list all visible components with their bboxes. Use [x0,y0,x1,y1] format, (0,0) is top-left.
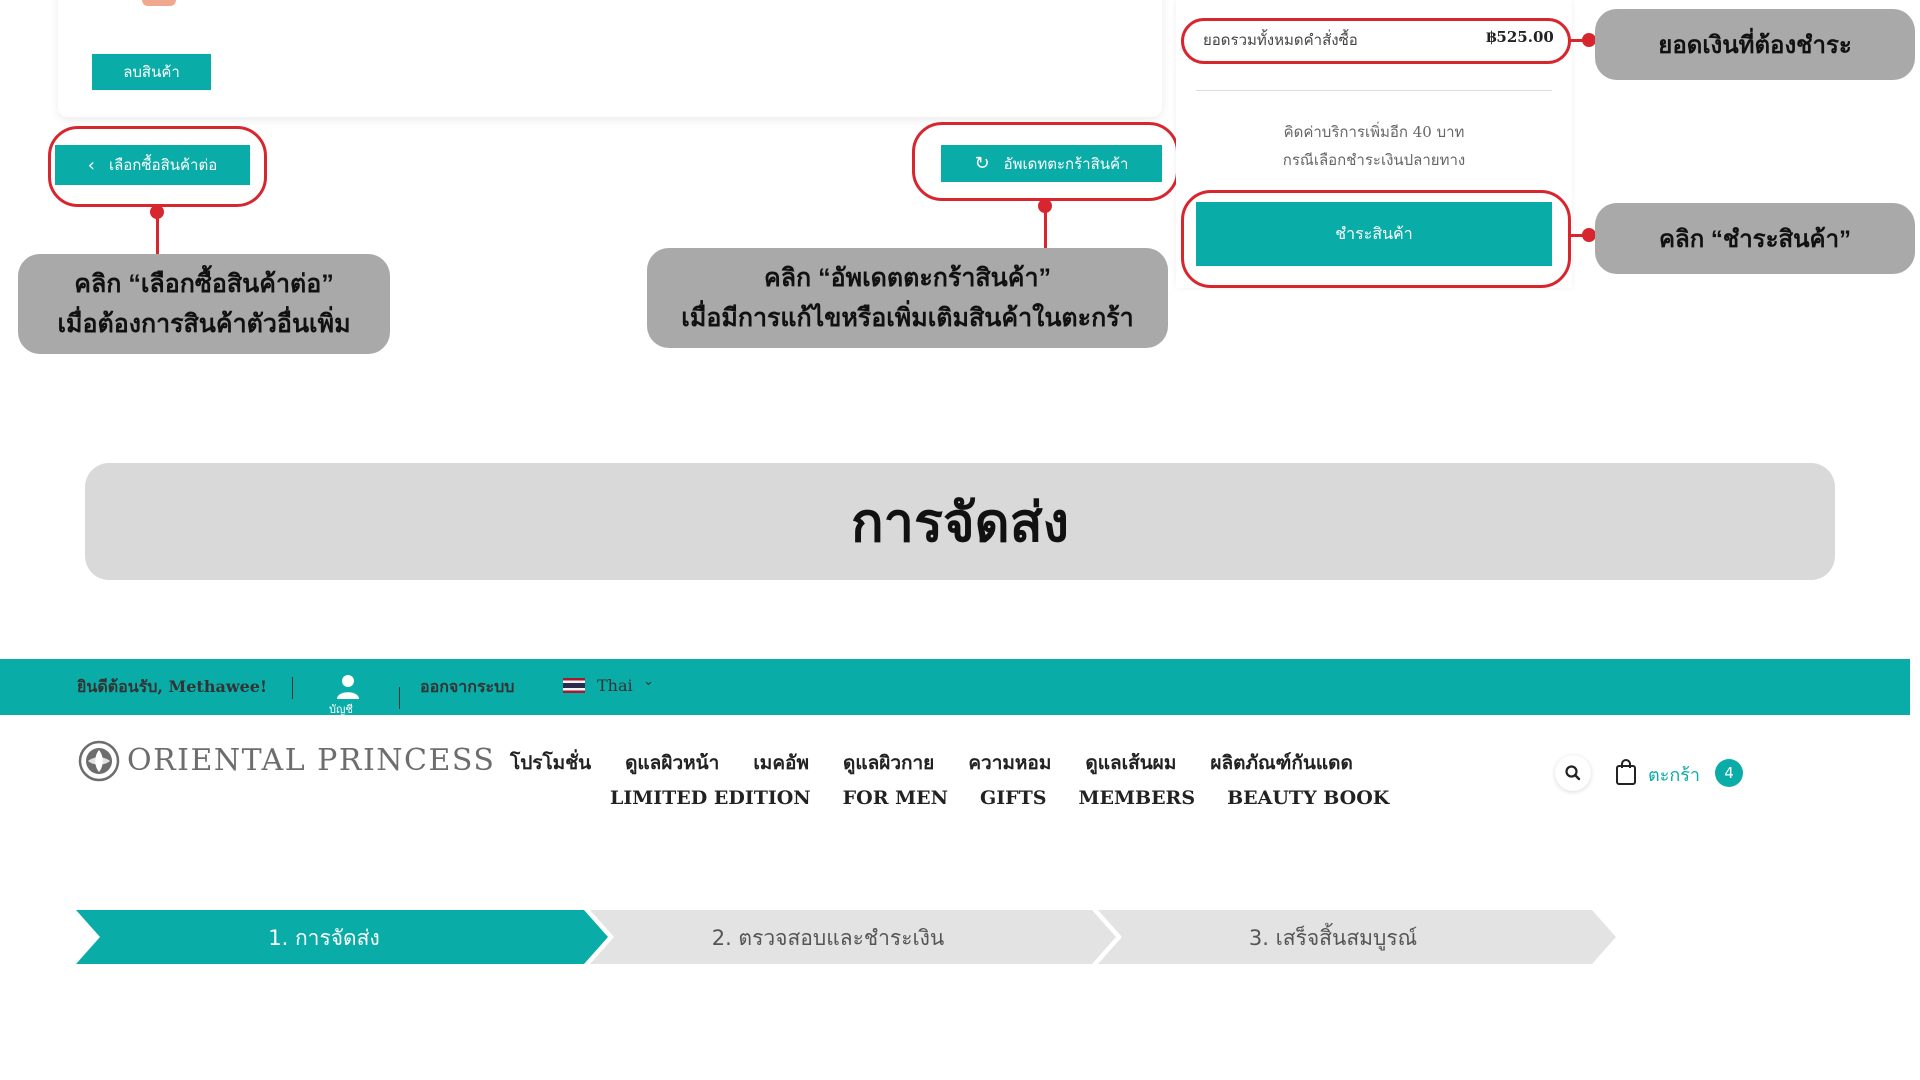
shopping-bag-icon[interactable] [1614,758,1638,786]
summary-divider [1196,90,1552,91]
cod-fee-note: คิดค่าบริการเพิ่มอีก 40 บาท กรณีเลือกชำร… [1196,118,1552,174]
total-callout: ยอดเงินที่ต้องชำระ [1595,9,1915,80]
update-callout-line1: คลิก “อัพเดตตะกร้าสินค้า” [763,264,1051,292]
thai-flag-icon [563,678,585,693]
brand-logo-text[interactable]: ORIENTAL PRINCESS [127,743,495,778]
user-icon [337,675,359,699]
continue-shopping-button[interactable]: ‹ เลือกซื้อสินค้าต่อ [55,145,250,185]
cart-link[interactable]: ตะกร้า [1648,760,1700,789]
top-bar-divider [292,677,293,699]
continue-callout: คลิก “เลือกซื้อสินค้าต่อ” เมื่อต้องการสิ… [18,254,390,354]
step-2-label[interactable]: 2. ตรวจสอบและชำระเงิน [712,926,945,950]
remove-item-button[interactable]: ลบสินค้า [92,54,211,90]
update-cart-label: อัพเดทตะกร้าสินค้า [1003,154,1129,173]
nav-item-face-care[interactable]: ดูแลผิวหน้า [625,748,719,778]
order-total-label: ยอดรวมทั้งหมดคำสั่งซื้อ [1203,31,1358,49]
cart-count-badge: 4 [1715,759,1743,787]
step-1-label[interactable]: 1. การจัดส่ง [268,926,380,950]
continue-callout-line1: คลิก “เลือกซื้อสินค้าต่อ” [74,270,334,298]
nav-item-promotions[interactable]: โปรโมชั่น [510,748,591,778]
nav-item-beauty-book[interactable]: BEAUTY BOOK [1227,787,1389,809]
update-callout-line2: เมื่อมีการแก้ไขหรือเพิ่มเติมสินค้าในตะกร… [681,304,1134,332]
chevron-down-icon[interactable]: ⌄ [643,674,654,689]
cod-fee-note-line1: คิดค่าบริการเพิ่มอีก 40 บาท [1283,123,1465,141]
language-selector[interactable]: Thai [597,676,633,695]
cod-fee-note-line2: กรณีเลือกชำระเงินปลายทาง [1282,151,1466,169]
checkout-connector-dot [1582,228,1596,242]
nav-item-sunscreen[interactable]: ผลิตภัณฑ์กันแดด [1210,748,1352,778]
update-cart-button[interactable]: ↻ อัพเดทตะกร้าสินค้า [941,145,1162,182]
cart-item-card [58,0,1162,117]
nav-item-members[interactable]: MEMBERS [1078,787,1195,809]
top-bar-divider [399,687,400,709]
continue-callout-line2: เมื่อต้องการสินค้าตัวอื่นเพิ่ม [57,310,351,338]
nav-item-fragrance[interactable]: ความหอม [968,748,1051,778]
search-icon [1565,765,1581,781]
brand-logo-mark [78,740,120,782]
checkout-button[interactable]: ชำระสินค้า [1196,202,1552,266]
top-bar [0,659,1910,715]
nav-item-hair-care[interactable]: ดูแลเส้นผม [1085,748,1176,778]
nav-item-for-men[interactable]: FOR MEN [843,787,948,809]
nav-item-makeup[interactable]: เมคอัพ [753,748,809,778]
chevron-left-icon: ‹ [87,154,95,176]
main-nav-primary: โปรโมชั่น ดูแลผิวหน้า เมคอัพ ดูแลผิวกาย … [510,748,1353,778]
section-title-banner: การจัดส่ง [85,463,1835,580]
total-connector-dot [1582,33,1596,47]
welcome-text: ยินดีต้อนรับ, Methawee! [77,677,267,696]
main-nav-secondary: LIMITED EDITION FOR MEN GIFTS MEMBERS BE… [610,787,1389,809]
order-total-value: ฿525.00 [1486,28,1554,46]
nav-item-gifts[interactable]: GIFTS [980,787,1046,809]
step-3-label[interactable]: 3. เสร็จสิ้นสมบูรณ์ [1249,923,1417,951]
checkout-progress: 1. การจัดส่ง 2. ตรวจสอบและชำระเงิน 3. เส… [76,910,1616,964]
continue-shopping-label: เลือกซื้อสินค้าต่อ [108,156,218,174]
continue-connector-dot [150,205,164,219]
update-callout: คลิก “อัพเดตตะกร้าสินค้า” เมื่อมีการแก้ไ… [647,248,1168,348]
product-thumbnail [142,0,176,6]
refresh-icon: ↻ [974,153,990,174]
account-label: บัญชี [329,703,353,716]
search-button[interactable] [1555,755,1591,791]
nav-item-body-care[interactable]: ดูแลผิวกาย [843,748,934,778]
checkout-callout: คลิก “ชำระสินค้า” [1595,203,1915,274]
logout-link[interactable]: ออกจากระบบ [420,675,514,700]
nav-item-limited-edition[interactable]: LIMITED EDITION [610,787,811,809]
update-connector-dot [1038,199,1052,213]
